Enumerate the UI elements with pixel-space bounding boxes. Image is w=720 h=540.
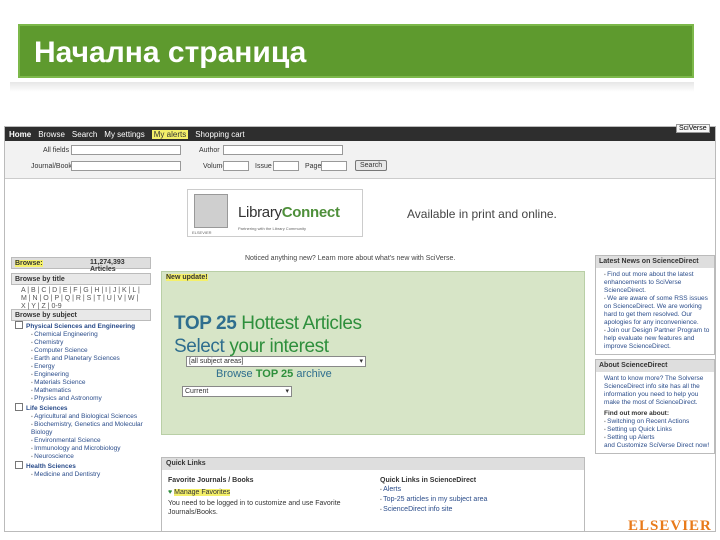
login-note: You need to be logged in to customize an… <box>168 500 341 516</box>
subject-list: Physical Sciences and EngineeringChemica… <box>11 321 151 479</box>
browse-by-title-header: Browse by title <box>11 273 151 285</box>
search-bar: All fields Journal/Book title Author Vol… <box>5 141 715 179</box>
elsevier-tree-icon <box>194 194 228 228</box>
library-connect-logo: ELSEVIER LibraryConnect Partnering with … <box>187 189 363 237</box>
quick-link-top25[interactable]: Top-25 articles in my subject area <box>380 495 580 505</box>
all-fields-input[interactable] <box>71 145 181 155</box>
search-button[interactable]: Search <box>355 160 388 171</box>
subject-category[interactable]: Life Sciences <box>15 403 151 413</box>
journal-title-input[interactable] <box>71 161 181 171</box>
author-label: Author <box>199 147 220 154</box>
subject-item[interactable]: Biochemistry, Genetics and Molecular Bio… <box>15 421 151 437</box>
browse-top25-archive[interactable]: Browse TOP 25 archive <box>216 368 332 380</box>
quick-links-header: Quick Links <box>162 458 584 470</box>
library-connect-banner[interactable]: ELSEVIER LibraryConnect Partnering with … <box>187 185 597 241</box>
page-input[interactable] <box>321 161 347 171</box>
new-update-label: New update! <box>166 274 208 281</box>
subject-item[interactable]: Chemistry <box>15 339 151 347</box>
title-rule <box>10 82 694 92</box>
library-connect-tagline: Partnering with the Library Community <box>238 226 307 231</box>
available-text: Available in print and online. <box>407 207 557 221</box>
latest-news-box: Latest News on ScienceDirect Find out mo… <box>595 255 715 355</box>
find-item[interactable]: Setting up Quick Links <box>604 426 711 434</box>
right-news-column: Latest News on ScienceDirect Find out mo… <box>595 255 715 531</box>
nav-my-settings[interactable]: My settings <box>104 130 144 139</box>
subject-item[interactable]: Physics and Astronomy <box>15 395 151 403</box>
subject-category[interactable]: Health Sciences <box>15 461 151 471</box>
manage-favorites-row[interactable]: ♥ Manage Favorites <box>168 488 368 497</box>
favorites-title: Favorite Journals / Books <box>168 477 254 484</box>
subject-item[interactable]: Neuroscience <box>15 453 151 461</box>
article-count: 11,274,393 Articles <box>90 259 125 273</box>
slide-title: Начална страница <box>18 24 694 78</box>
subject-area-select[interactable]: [all subject areas] <box>186 356 366 367</box>
about-box: About ScienceDirect Want to know more? T… <box>595 359 715 454</box>
author-input[interactable] <box>223 145 343 155</box>
news-item[interactable]: Join our Design Partner Program to help … <box>604 327 711 351</box>
quick-link-alerts[interactable]: Alerts <box>380 485 580 495</box>
subject-item[interactable]: Mathematics <box>15 387 151 395</box>
subject-item[interactable]: Chemical Engineering <box>15 331 151 339</box>
nav-search[interactable]: Search <box>72 130 97 139</box>
subject-item[interactable]: Agricultural and Biological Sciences <box>15 413 151 421</box>
subject-item[interactable]: Medicine and Dentistry <box>15 471 151 479</box>
about-header: About ScienceDirect <box>596 360 714 372</box>
volume-input[interactable] <box>223 161 249 171</box>
about-text[interactable]: Want to know more? The Solverse ScienceD… <box>596 372 714 410</box>
subject-category[interactable]: Physical Sciences and Engineering <box>15 321 151 331</box>
top25-promo: New update! TOP 25 Hottest Articles Sele… <box>161 271 585 435</box>
browse-header: Browse: 11,274,393 Articles <box>11 257 151 273</box>
az-index[interactable]: A | B | C | D | E | F | G | H | I | J | … <box>11 285 151 310</box>
top25-heading: TOP 25 Hottest Articles Select your inte… <box>174 313 362 357</box>
quick-links-panel: Quick Links Favorite Journals / Books ♥ … <box>161 457 585 531</box>
issue-label: Issue <box>255 163 272 170</box>
news-list: Find out more about the latest enhanceme… <box>596 268 714 354</box>
latest-news-header: Latest News on ScienceDirect <box>596 256 714 268</box>
subject-item[interactable]: Computer Science <box>15 347 151 355</box>
elsevier-small-label: ELSEVIER <box>192 230 212 235</box>
news-item[interactable]: Find out more about the latest enhanceme… <box>604 271 711 295</box>
subject-item[interactable]: Engineering <box>15 371 151 379</box>
all-fields-label: All fields <box>43 147 70 154</box>
library-connect-wordmark: LibraryConnect <box>238 204 340 221</box>
find-item[interactable]: and Customize SciVerse Direct now! <box>604 442 711 450</box>
whats-new-notice[interactable]: Noticed anything new? Learn more about w… <box>245 255 455 262</box>
screenshot-frame: Home Browse Search My settings My alerts… <box>4 126 716 532</box>
nav-shopping-cart[interactable]: Shopping cart <box>195 130 244 139</box>
left-browse-column: Browse: 11,274,393 Articles Browse by tit… <box>11 257 151 531</box>
nav-my-alerts[interactable]: My alerts <box>151 129 189 139</box>
nav-browse[interactable]: Browse <box>38 130 65 139</box>
elsevier-logo: ELSEVIER <box>628 518 712 534</box>
period-select[interactable]: Current <box>182 386 292 397</box>
subject-item[interactable]: Energy <box>15 363 151 371</box>
top-nav: Home Browse Search My settings My alerts… <box>5 127 715 264</box>
find-item[interactable]: Setting up Alerts <box>604 434 711 442</box>
sciverse-logo: SciVerse <box>676 124 710 133</box>
subject-item[interactable]: Earth and Planetary Sciences <box>15 355 151 363</box>
page-label: Page <box>305 163 322 170</box>
quick-links-title: Quick Links in ScienceDirect <box>380 477 477 484</box>
subject-item[interactable]: Immunology and Microbiology <box>15 445 151 453</box>
quick-link-info-site[interactable]: ScienceDirect info site <box>380 505 580 515</box>
find-item[interactable]: Switching on Recent Actions <box>604 418 711 426</box>
issue-input[interactable] <box>273 161 299 171</box>
news-item[interactable]: We are aware of some RSS issues on Scien… <box>604 295 711 327</box>
find-out-more-label: Find out more about: <box>604 410 669 417</box>
subject-item[interactable]: Materials Science <box>15 379 151 387</box>
subject-item[interactable]: Environmental Science <box>15 437 151 445</box>
nav-home[interactable]: Home <box>9 130 31 139</box>
heart-icon: ♥ <box>168 489 173 496</box>
manage-favorites-link[interactable]: Manage Favorites <box>174 489 231 496</box>
